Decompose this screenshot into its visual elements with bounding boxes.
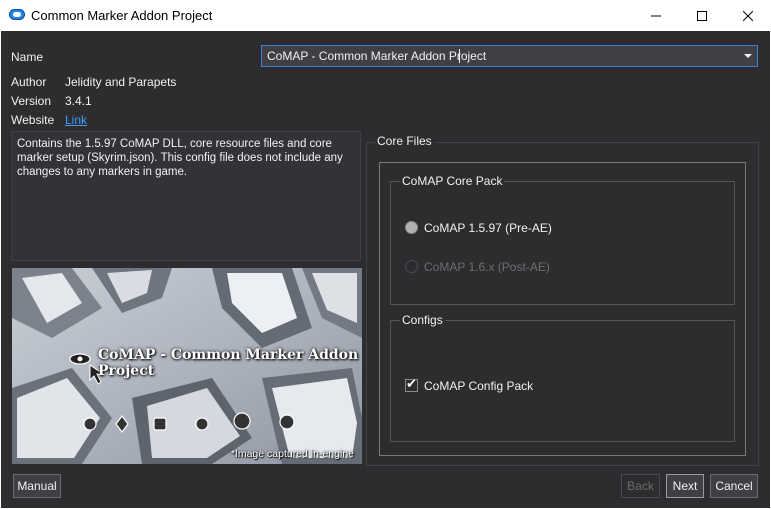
version-label: Version [11,94,52,108]
title-bar: Common Marker Addon Project [0,0,771,31]
window-title: Common Marker Addon Project [31,8,213,23]
config-pack-checkbox[interactable]: ✔ [405,377,418,392]
radio-post-ae-label[interactable]: CoMAP 1.6.x (Post-AE) [424,260,550,274]
cancel-button[interactable]: Cancel [710,474,758,498]
radio-pre-ae-label[interactable]: CoMAP 1.5.97 (Pre-AE) [424,221,552,235]
website-link[interactable]: Link [65,113,87,127]
text-caret [459,49,460,63]
name-label: Name [11,50,44,64]
preview-image: CoMAP - Common Marker Addon Project *Ima… [12,268,362,464]
version-value: 3.4.1 [65,94,92,108]
minimize-icon [651,15,661,16]
preview-caption: *Image captured in-engine [230,448,354,460]
name-combo-value: CoMAP - Common Marker Addon Project [267,49,487,63]
app-icon [9,9,25,20]
description-box[interactable]: Contains the 1.5.97 CoMAP DLL, core reso… [11,131,361,261]
close-icon [743,10,753,21]
close-button[interactable] [725,0,771,31]
radio-pre-ae[interactable] [405,221,418,234]
configs-title: Configs [400,313,445,327]
chevron-down-icon[interactable] [744,54,752,58]
config-pack-label[interactable]: CoMAP Config Pack [424,379,533,393]
name-combo-box[interactable]: CoMAP - Common Marker Addon Project [261,45,758,67]
radio-post-ae[interactable] [405,260,418,273]
core-files-title: Core Files [375,134,434,148]
author-label: Author [11,75,47,89]
dialog-client-area: Name CoMAP - Common Marker Addon Project… [1,31,770,508]
maximize-button[interactable] [679,0,725,31]
core-pack-group [390,181,735,305]
core-pack-title: CoMAP Core Pack [400,174,505,188]
checkmark-icon: ✔ [406,377,417,392]
manual-button[interactable]: Manual [13,474,61,498]
back-button[interactable]: Back [621,474,660,498]
preview-overlay-title: CoMAP - Common Marker Addon Project [98,347,359,379]
next-button[interactable]: Next [666,474,704,498]
minimize-button[interactable] [633,0,679,31]
maximize-icon [697,10,707,21]
website-label: Website [11,113,55,127]
author-value: Jelidity and Parapets [65,75,177,89]
